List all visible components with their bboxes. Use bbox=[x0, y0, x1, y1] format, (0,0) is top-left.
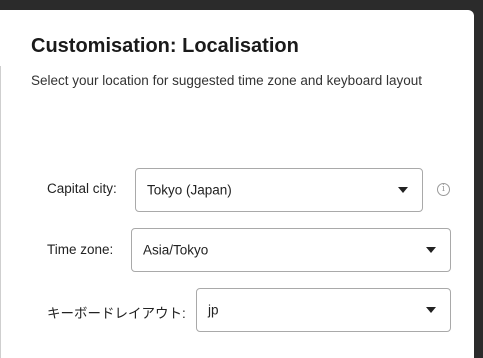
time-zone-select[interactable]: Asia/Tokyo bbox=[131, 228, 451, 272]
capital-city-value: Tokyo (Japan) bbox=[147, 182, 232, 198]
info-icon[interactable]: i bbox=[437, 183, 450, 196]
left-divider bbox=[0, 66, 1, 358]
keyboard-layout-value: jp bbox=[208, 302, 219, 318]
page-title: Customisation: Localisation bbox=[31, 35, 299, 57]
chevron-down-icon bbox=[426, 247, 436, 253]
capital-city-label: Capital city: bbox=[47, 181, 117, 196]
chevron-down-icon bbox=[398, 187, 408, 193]
time-zone-label: Time zone: bbox=[47, 242, 114, 257]
page-subtitle: Select your location for suggested time … bbox=[31, 73, 422, 88]
keyboard-layout-select[interactable]: jp bbox=[196, 288, 451, 332]
chevron-down-icon bbox=[426, 307, 436, 313]
window-top-bar bbox=[0, 0, 483, 10]
window-edge bbox=[474, 0, 483, 358]
keyboard-layout-label: キーボードレイアウト: bbox=[47, 306, 186, 321]
time-zone-value: Asia/Tokyo bbox=[143, 242, 209, 258]
capital-city-select[interactable]: Tokyo (Japan) bbox=[135, 168, 423, 212]
